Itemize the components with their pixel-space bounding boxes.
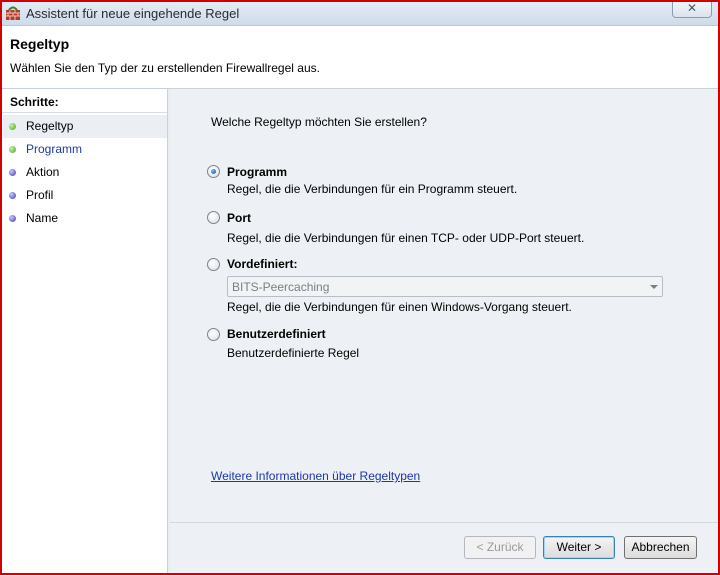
step-programm: Programm: [3, 138, 167, 161]
step-pending-icon: [9, 192, 16, 199]
radio-port[interactable]: [207, 211, 220, 224]
steps-heading: Schritte:: [10, 95, 59, 109]
option-title-benutzerdefiniert[interactable]: Benutzerdefiniert: [227, 327, 326, 341]
wizard-header: Regeltyp Wählen Sie den Typ der zu erste…: [2, 26, 718, 89]
step-current-icon: [9, 146, 16, 153]
question-text: Welche Regeltyp möchten Sie erstellen?: [211, 115, 427, 129]
step-profil: Profil: [3, 184, 167, 207]
window-title: Assistent für neue eingehende Regel: [26, 6, 240, 21]
wizard-window: Assistent für neue eingehende Regel ✕ Re…: [0, 0, 720, 575]
option-title-port[interactable]: Port: [227, 211, 251, 225]
chevron-down-icon: [650, 285, 658, 289]
firewall-icon: [6, 6, 20, 20]
main-content: Welche Regeltyp möchten Sie erstellen? P…: [170, 89, 718, 522]
step-name: Name: [3, 207, 167, 230]
next-button[interactable]: Weiter >: [543, 536, 615, 559]
steps-divider: [2, 112, 167, 113]
radio-vordefiniert[interactable]: [207, 258, 220, 271]
option-desc-port: Regel, die die Verbindungen für einen TC…: [227, 231, 585, 245]
step-label: Profil: [26, 188, 54, 202]
page-title: Regeltyp: [10, 36, 70, 52]
option-desc-benutzerdefiniert: Benutzerdefinierte Regel: [227, 346, 360, 360]
close-icon: ✕: [686, 1, 698, 15]
predefined-select[interactable]: BITS-Peercaching: [227, 276, 663, 297]
step-label: Aktion: [26, 165, 60, 179]
page-description: Wählen Sie den Typ der zu erstellenden F…: [10, 61, 320, 75]
option-title-vordefiniert[interactable]: Vordefiniert:: [227, 257, 297, 271]
step-aktion: Aktion: [3, 161, 167, 184]
title-bar: Assistent für neue eingehende Regel ✕: [2, 2, 718, 26]
option-title-programm[interactable]: Programm: [227, 165, 287, 179]
close-button[interactable]: ✕: [672, 1, 712, 18]
step-pending-icon: [9, 169, 16, 176]
step-label: Programm: [26, 142, 83, 156]
predefined-select-value: BITS-Peercaching: [232, 280, 330, 294]
cancel-button[interactable]: Abbrechen: [624, 536, 697, 559]
button-bar: < Zurück Weiter > Abbrechen: [170, 522, 718, 573]
step-label: Regeltyp: [26, 119, 74, 133]
step-label: Name: [26, 211, 59, 225]
step-pending-icon: [9, 215, 16, 222]
radio-programm[interactable]: [207, 165, 220, 178]
more-info-link[interactable]: Weitere Informationen über Regeltypen: [211, 469, 420, 483]
back-button[interactable]: < Zurück: [464, 536, 536, 559]
option-desc-programm: Regel, die die Verbindungen für ein Prog…: [227, 182, 518, 196]
option-desc-vordefiniert: Regel, die die Verbindungen für einen Wi…: [227, 300, 572, 314]
radio-benutzerdefiniert[interactable]: [207, 328, 220, 341]
steps-sidebar: Schritte: Regeltyp Programm Aktion Profi…: [2, 89, 168, 573]
step-done-icon: [9, 123, 16, 130]
step-regeltyp: Regeltyp: [3, 115, 167, 138]
